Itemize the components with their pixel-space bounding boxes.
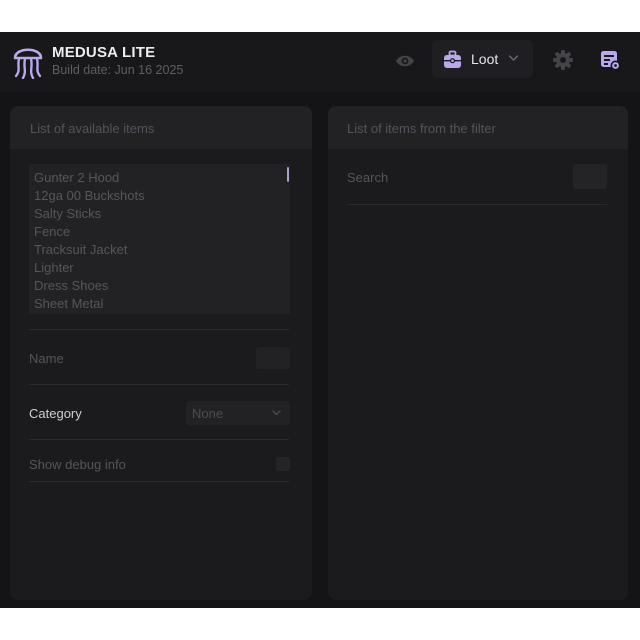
available-items-list[interactable]: Gunter 2 Hood 12ga 00 Buckshots Salty St… (29, 164, 290, 314)
jellyfish-logo-icon (13, 48, 43, 79)
list-item[interactable]: Lighter (29, 259, 290, 277)
chevron-down-icon (508, 55, 519, 61)
list-item[interactable]: Fence (29, 223, 290, 241)
eye-icon[interactable] (394, 50, 416, 72)
list-scrollbar[interactable] (287, 167, 289, 182)
divider (29, 439, 289, 440)
debug-info-checkbox[interactable] (276, 457, 290, 471)
category-label: Category (29, 406, 82, 421)
chevron-down-icon (272, 410, 281, 416)
available-items-title: List of available items (30, 121, 155, 136)
app-window: MEDUSA LITE Build date: Jun 16 2025 Loot (0, 32, 640, 608)
panel-header: List of available items (10, 106, 312, 149)
notes-settings-icon[interactable] (598, 48, 622, 72)
category-dropdown-value: None (192, 406, 224, 421)
name-label: Name (29, 351, 64, 366)
mode-dropdown[interactable]: Loot (432, 40, 533, 78)
divider (29, 481, 289, 482)
list-item[interactable]: 12ga 00 Buckshots (29, 187, 290, 205)
list-item[interactable]: Tracksuit Jacket (29, 241, 290, 259)
category-dropdown[interactable]: None (186, 401, 290, 425)
available-items-panel: List of available items Gunter 2 Hood 12… (10, 106, 312, 600)
debug-info-label: Show debug info (29, 457, 126, 472)
filtered-items-panel: List of items from the filter Search (328, 106, 628, 600)
list-item[interactable]: Gunter 2 Hood (29, 169, 290, 187)
mode-dropdown-value: Loot (471, 51, 499, 67)
search-input[interactable] (573, 164, 607, 189)
list-item[interactable]: Sheet Metal (29, 295, 290, 313)
name-input[interactable] (256, 347, 290, 369)
list-item[interactable]: Salty Sticks (29, 205, 290, 223)
briefcase-icon (444, 50, 461, 68)
divider (347, 204, 607, 205)
filtered-items-title: List of items from the filter (347, 121, 496, 136)
build-date: Build date: Jun 16 2025 (52, 63, 184, 77)
gear-icon[interactable] (552, 49, 574, 71)
divider (29, 329, 289, 330)
app-title: MEDUSA LITE (52, 44, 156, 61)
list-item[interactable]: Dress Shoes (29, 277, 290, 295)
search-label: Search (347, 170, 389, 185)
divider (29, 384, 289, 385)
header-bar: MEDUSA LITE Build date: Jun 16 2025 Loot (0, 32, 640, 92)
panel-header: List of items from the filter (328, 106, 628, 149)
